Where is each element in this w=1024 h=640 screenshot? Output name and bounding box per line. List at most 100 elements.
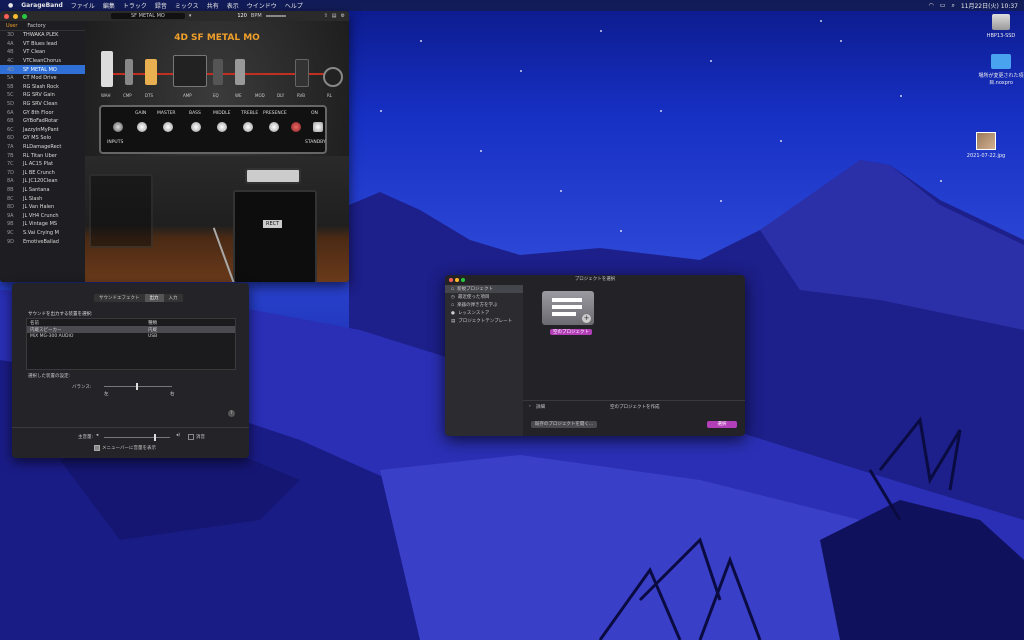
sidebar-item-lesson-store[interactable]: ● レッスンストア <box>445 309 523 317</box>
balance-thumb[interactable] <box>136 383 138 390</box>
menu-track[interactable]: トラック <box>123 1 147 10</box>
menu-help[interactable]: ヘルプ <box>285 1 303 10</box>
list-item[interactable]: 5A CT Mod Drive <box>0 74 85 83</box>
compressor-pedal[interactable] <box>125 59 133 85</box>
amp-head-unit[interactable] <box>245 168 301 184</box>
list-item[interactable]: 5C RG SRV Gain <box>0 91 85 100</box>
list-item[interactable]: 9B JL Vintage MS <box>0 220 85 229</box>
list-item[interactable]: 3D THWAKA PLEK <box>0 31 85 40</box>
search-icon[interactable]: ⌕ <box>951 2 954 10</box>
menu-mix[interactable]: ミックス <box>175 1 199 10</box>
menu-window[interactable]: ウインドウ <box>247 1 277 10</box>
battery-icon[interactable]: ▭ <box>940 2 946 9</box>
speaker-cabinet[interactable]: RECT <box>233 190 317 282</box>
menu-share[interactable]: 共有 <box>207 1 219 10</box>
gain-knob[interactable] <box>137 122 147 132</box>
help-button[interactable]: ? <box>228 410 235 417</box>
sidebar-item-learn[interactable]: ▫ 楽器の弾き方を学ぶ <box>445 301 523 309</box>
volume-thumb[interactable] <box>154 434 156 441</box>
list-item[interactable]: 4D SF METAL MO <box>0 65 85 74</box>
tempo-value[interactable]: 120 <box>237 13 247 19</box>
folder-icon <box>991 54 1011 69</box>
menu-view[interactable]: 表示 <box>227 1 239 10</box>
details-label[interactable]: 詳細 <box>536 404 545 410</box>
middle-knob[interactable] <box>217 122 227 132</box>
sidebar-item-recent[interactable]: ◷ 最近使った項目 <box>445 293 523 301</box>
list-item[interactable]: 4B VT Clean <box>0 48 85 57</box>
wah-pedal[interactable] <box>101 51 113 87</box>
close-button[interactable] <box>4 13 9 19</box>
chevron-right-icon[interactable]: › <box>529 404 531 409</box>
menu-file[interactable]: ファイル <box>71 1 95 10</box>
list-item[interactable]: 7C JL AC15 Plat <box>0 160 85 169</box>
table-row[interactable]: MiX MG-300 AUDIO USB <box>27 333 235 340</box>
treble-knob[interactable] <box>243 122 253 132</box>
close-button[interactable] <box>449 278 453 282</box>
share-icon[interactable]: ⇧ <box>324 13 328 19</box>
list-item[interactable]: 7B RL Titan Uber <box>0 151 85 160</box>
menu-record[interactable]: 録音 <box>155 1 167 10</box>
menu-edit[interactable]: 編集 <box>103 1 115 10</box>
list-item[interactable]: 8B JL Santana <box>0 186 85 195</box>
list-item[interactable]: 4A VT Blues lead <box>0 40 85 49</box>
bass-knob[interactable] <box>191 122 201 132</box>
distortion-pedal[interactable] <box>145 59 157 85</box>
choose-button[interactable]: 選択 <box>707 421 737 428</box>
eq-pedal[interactable] <box>213 59 223 85</box>
list-item[interactable]: 6D GY MS Solo <box>0 134 85 143</box>
balance-slider[interactable] <box>104 383 172 390</box>
menubar-volume-checkbox[interactable] <box>94 445 100 451</box>
tab-factory[interactable]: Factory <box>27 23 45 29</box>
patch-selector[interactable]: SF METAL MO <box>111 13 185 19</box>
tab-input[interactable]: 入力 <box>164 294 183 302</box>
list-item[interactable]: 7A RLDamageRect <box>0 143 85 152</box>
chevron-down-icon[interactable]: ▾ <box>189 13 192 19</box>
save-icon[interactable]: ▤ <box>332 13 337 19</box>
sidebar-item-new-project[interactable]: ▫ 新規プロジェクト <box>445 285 523 293</box>
standby-switch[interactable] <box>313 122 323 132</box>
presence-knob[interactable] <box>269 122 279 132</box>
list-item[interactable]: 9A JL VH4 Crunch <box>0 211 85 220</box>
list-item[interactable]: 6A GY 8th Floor <box>0 108 85 117</box>
amp-head[interactable] <box>173 55 207 87</box>
master-knob[interactable] <box>163 122 173 132</box>
list-item[interactable]: 8D JL Van Halen <box>0 203 85 212</box>
apple-icon[interactable]: ● <box>8 2 13 9</box>
list-item[interactable]: 6B GYBoFadRotar <box>0 117 85 126</box>
tab-output[interactable]: 出力 <box>144 294 164 302</box>
volume-slider[interactable] <box>104 434 170 441</box>
sidebar-item-templates[interactable]: ▤ プロジェクトテンプレート <box>445 317 523 325</box>
tab-user[interactable]: User <box>6 23 17 29</box>
mute-checkbox[interactable] <box>188 434 194 440</box>
volume-slider[interactable] <box>265 15 286 17</box>
menu-app-name[interactable]: GarageBand <box>21 2 63 9</box>
list-item[interactable]: 5D RG SRV Clean <box>0 100 85 109</box>
open-existing-button[interactable]: 既存のプロジェクトを開く... <box>531 421 597 428</box>
minimize-button[interactable] <box>455 278 459 282</box>
table-row[interactable]: 内蔵スピーカー 内蔵 <box>27 326 235 333</box>
wifi-icon[interactable]: ◠ <box>929 2 934 9</box>
list-item[interactable]: 7D JL BE Crunch <box>0 169 85 178</box>
we-pedal[interactable] <box>235 59 245 85</box>
list-item[interactable]: 9C S.Vai Crying M <box>0 229 85 238</box>
list-item[interactable]: 5B RG Slash Rock <box>0 83 85 92</box>
list-item[interactable]: 9D EmotiveBallad <box>0 237 85 246</box>
list-item[interactable]: 4C VTCleanChorus <box>0 57 85 66</box>
desktop-icon-drive[interactable]: HBP13-SSD <box>971 14 1024 39</box>
menubar-clock[interactable]: 11月22日(火) 10:37 <box>961 1 1018 10</box>
desktop-icon-image[interactable]: 2021-07-22.jpg <box>956 132 1016 159</box>
empty-project-tile[interactable]: + <box>542 291 594 325</box>
zoom-button[interactable] <box>22 13 27 19</box>
list-item[interactable]: 6C JazzyInMyPant <box>0 126 85 135</box>
reverb-pedal[interactable] <box>295 59 309 87</box>
zoom-button[interactable] <box>461 278 465 282</box>
minimize-button[interactable] <box>13 13 18 19</box>
mic-stand-icon[interactable] <box>212 227 236 282</box>
desktop-icon-folder[interactable]: 場所が変更された項目.noxpro <box>971 54 1024 86</box>
list-item[interactable]: 8A JL JC120Clean <box>0 177 85 186</box>
list-item[interactable]: 8C JL Slash <box>0 194 85 203</box>
gear-icon[interactable]: ⚙ <box>341 13 345 19</box>
input-jack[interactable] <box>113 122 123 132</box>
tab-sound-effects[interactable]: サウンドエフェクト <box>94 294 145 302</box>
speaker-icon[interactable] <box>323 67 343 87</box>
